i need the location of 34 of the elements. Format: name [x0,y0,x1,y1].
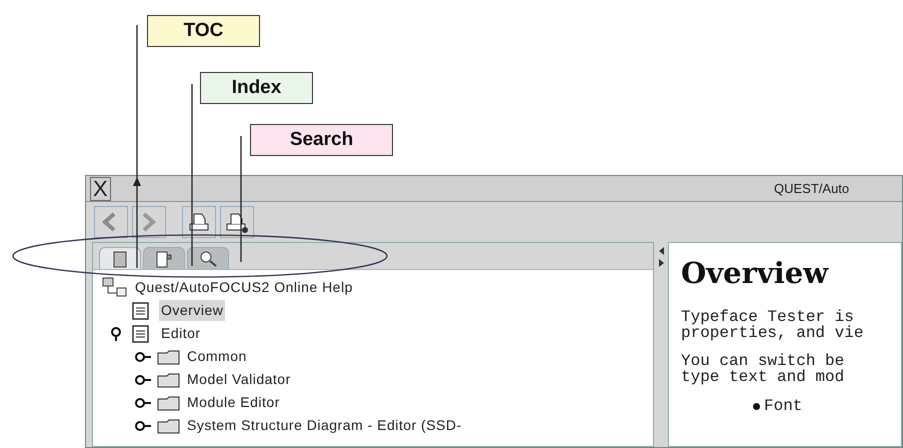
splitter-arrows-icon [657,246,665,270]
tree-item[interactable]: Overview [159,300,226,321]
collapsed-handle-icon[interactable] [135,350,153,364]
tree-item[interactable]: Editor [159,323,203,344]
tree-item[interactable]: Module Editor [185,392,282,413]
folder-icon [157,416,181,434]
search-tab[interactable] [187,247,229,269]
collapsed-handle-icon[interactable] [135,372,153,386]
folder-icon [157,370,181,388]
collapsed-handle-icon[interactable] [135,418,153,432]
forward-button[interactable] [132,206,166,238]
folder-icon [157,394,181,412]
tree-item[interactable]: Model Validator [185,369,293,390]
collapsed-handle-icon[interactable] [135,396,153,410]
tree-item[interactable]: Common [185,346,249,367]
callout-label: TOC [147,15,260,47]
back-button[interactable] [94,206,128,238]
tree-item[interactable]: System Structure Diagram - Editor (SSD- [185,415,464,436]
window-title: QUEST/Auto [774,180,850,198]
callout-label: Search [250,124,393,156]
tree-root-label[interactable]: Quest/AutoFOCUS2 Online Help [135,276,353,298]
toc-tab[interactable] [99,247,141,269]
list-item: Font [764,397,802,415]
callout-label: Index [200,72,313,104]
paragraph: You can switch be type text and mod [681,353,846,385]
magnifier-icon [198,248,218,268]
close-button[interactable]: X [90,176,111,200]
paragraph: Typeface Tester is properties, and vie [681,309,864,341]
index-tab[interactable] [143,247,185,269]
bullet-icon [753,402,760,410]
folder-icon [157,348,181,366]
print-button[interactable] [182,206,216,238]
printsetup-button[interactable] [220,206,254,238]
page-heading: Overview [681,257,830,289]
